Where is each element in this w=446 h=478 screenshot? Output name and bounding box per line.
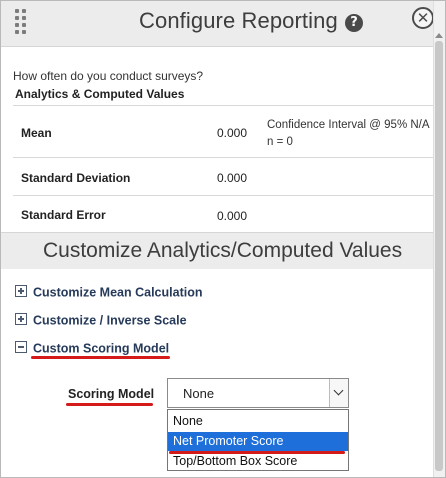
stat-name: Standard Error xyxy=(21,208,106,222)
annotation-underline xyxy=(169,451,345,454)
stat-confidence-interval: Confidence Interval @ 95% N/A xyxy=(267,119,430,131)
question-text: How often do you conduct surveys? xyxy=(13,69,204,83)
collapse-minus-icon[interactable] xyxy=(15,341,27,353)
annotation-underline xyxy=(31,356,170,359)
scroll-up-arrow-icon[interactable] xyxy=(435,33,443,38)
custom-scoring-model-toggle[interactable]: Custom Scoring Model xyxy=(15,341,169,356)
annotation-underline xyxy=(66,403,153,406)
question-circle-icon[interactable]: ? xyxy=(345,14,363,32)
stat-name: Mean xyxy=(21,126,52,140)
stat-row-std-error: Standard Error 0.000 xyxy=(13,195,433,232)
stat-value: 0.000 xyxy=(217,171,248,185)
dialog-header: Configure Reporting ? ✕ xyxy=(1,1,434,47)
dropdown-option-top-bottom-box-score[interactable]: Top/Bottom Box Score xyxy=(168,452,348,471)
scoring-model-label: Scoring Model xyxy=(68,387,155,401)
close-icon[interactable]: ✕ xyxy=(412,7,434,29)
stat-value: 0.000 xyxy=(217,126,248,140)
scrollbar-thumb[interactable] xyxy=(435,41,443,471)
scoring-model-select[interactable]: None xyxy=(167,378,349,408)
customize-mean-calculation-toggle[interactable]: Customize Mean Calculation xyxy=(15,285,202,300)
section-label: Analytics & Computed Values xyxy=(15,87,185,101)
stat-row-std-dev: Standard Deviation 0.000 xyxy=(13,157,433,196)
option-label: Customize / Inverse Scale xyxy=(33,313,187,328)
stat-sample-size: n = 0 xyxy=(267,136,293,148)
dropdown-option-none[interactable]: None xyxy=(168,412,348,431)
configure-reporting-dialog: Configure Reporting ? ✕ How often do you… xyxy=(0,0,446,478)
stat-value: 0.000 xyxy=(217,209,248,223)
scoring-model-dropdown: None Net Promoter Score Top/Bottom Box S… xyxy=(167,409,349,471)
option-label: Customize Mean Calculation xyxy=(33,285,203,300)
chevron-down-icon[interactable] xyxy=(329,379,348,407)
expand-plus-icon[interactable] xyxy=(15,285,27,297)
dialog-title: Configure Reporting xyxy=(139,8,338,33)
expand-plus-icon[interactable] xyxy=(15,313,27,325)
stat-row-mean: Mean 0.000 Confidence Interval @ 95% N/A… xyxy=(13,105,433,158)
customize-title: Customize Analytics/Computed Values xyxy=(43,239,403,262)
customize-inverse-scale-toggle[interactable]: Customize / Inverse Scale xyxy=(15,313,187,328)
drag-grip-icon[interactable] xyxy=(15,9,29,35)
dropdown-option-net-promoter-score[interactable]: Net Promoter Score xyxy=(168,432,348,451)
option-label: Custom Scoring Model xyxy=(33,341,170,356)
customize-section-header: Customize Analytics/Computed Values xyxy=(1,232,433,269)
select-value: None xyxy=(183,386,215,401)
stat-name: Standard Deviation xyxy=(21,171,131,185)
